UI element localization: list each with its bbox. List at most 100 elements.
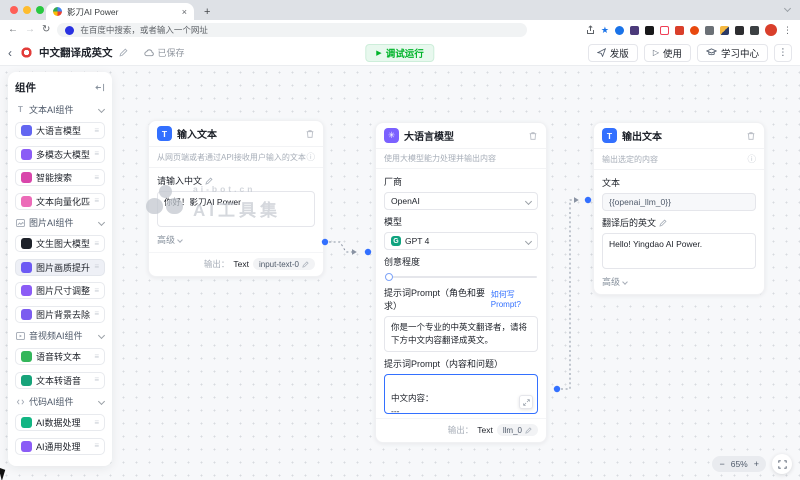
- forward-icon[interactable]: →: [25, 25, 35, 35]
- fullscreen-button[interactable]: [772, 454, 792, 474]
- advanced-toggle[interactable]: 高级: [157, 233, 315, 246]
- section-code-ai[interactable]: 代码AI组件: [16, 395, 106, 408]
- drag-handle-icon[interactable]: ≡: [94, 197, 99, 205]
- puzzle-extensions-icon[interactable]: [735, 25, 744, 35]
- maximize-window-button[interactable]: [36, 6, 44, 14]
- extension-icon[interactable]: [660, 25, 669, 35]
- publish-button[interactable]: 发版: [587, 43, 638, 62]
- new-tab-button[interactable]: +: [204, 6, 210, 18]
- reload-icon[interactable]: ↻: [42, 25, 50, 35]
- image-section-icon: [16, 218, 25, 227]
- node-llm[interactable]: ✳ 大语言模型 使用大模型能力处理并输出内容 厂商 OpenAI 模型 G GP…: [375, 122, 547, 443]
- drag-handle-icon[interactable]: ≡: [94, 442, 99, 450]
- sidebar-item-llm[interactable]: 大语言模型 ≡: [15, 122, 105, 139]
- output-variable-pill[interactable]: llm_0: [496, 424, 538, 436]
- extension-icon[interactable]: [690, 25, 699, 35]
- advanced-toggle[interactable]: 高级: [602, 275, 756, 288]
- extension-icon[interactable]: [720, 25, 729, 35]
- output-source-input[interactable]: {{openai_llm_0}}: [602, 193, 756, 211]
- drag-handle-icon[interactable]: ≡: [94, 239, 99, 248]
- edit-variable-icon[interactable]: [302, 260, 309, 268]
- section-text-ai[interactable]: T 文本AI组件: [16, 103, 106, 116]
- info-icon[interactable]: ⓘ: [306, 151, 315, 163]
- bookmark-star-icon[interactable]: ★: [601, 25, 609, 35]
- chevron-down-icon[interactable]: [783, 0, 792, 16]
- window-controls[interactable]: [10, 6, 44, 14]
- drag-handle-icon[interactable]: ≡: [94, 376, 99, 384]
- trash-icon[interactable]: [528, 131, 538, 141]
- browser-menu-icon[interactable]: ⋮: [783, 25, 792, 36]
- edit-field-icon[interactable]: [205, 176, 213, 185]
- sidebar-item-text2speech[interactable]: 文本转语音 ≡: [15, 371, 105, 389]
- section-av-ai[interactable]: 音视频AI组件: [16, 329, 106, 342]
- node-output-text[interactable]: T 输出文本 输出选定的内容 ⓘ 文本 {{openai_llm_0}} 翻译后…: [593, 122, 765, 295]
- back-icon[interactable]: ←: [8, 25, 18, 35]
- browser-tab[interactable]: 影刀AI Power ×: [46, 3, 194, 20]
- drag-handle-icon[interactable]: ≡: [94, 352, 99, 361]
- text-section-icon: T: [18, 105, 23, 114]
- drag-handle-icon[interactable]: ≡: [94, 150, 99, 158]
- extension-icon[interactable]: [645, 25, 654, 35]
- sidebar-item-image-upscale[interactable]: 图片画质提升 ≡: [15, 258, 105, 276]
- extension-icon[interactable]: [630, 25, 639, 35]
- sidebar-item-ai-general[interactable]: AI通用处理 ≡: [15, 437, 105, 455]
- section-image-ai[interactable]: 图片AI组件: [16, 216, 106, 229]
- use-button[interactable]: ▷ 使用: [643, 43, 691, 62]
- drag-handle-icon[interactable]: ≡: [94, 173, 99, 182]
- edit-field-icon[interactable]: [659, 218, 667, 227]
- edit-variable-icon[interactable]: [525, 426, 532, 434]
- profile-avatar[interactable]: [765, 24, 777, 36]
- more-actions-button[interactable]: ⋮: [774, 43, 792, 62]
- expand-textarea-button[interactable]: [519, 395, 533, 409]
- url-input[interactable]: 在百度中搜索，或者输入一个网址: [57, 23, 528, 37]
- extension-icon[interactable]: [675, 25, 684, 35]
- prompt-content-textarea[interactable]: 中文内容： --- {{input_text_0}}: [384, 374, 538, 414]
- back-button[interactable]: ‹: [8, 46, 12, 60]
- sidebar-item-bg-remove[interactable]: 图片背景去除 ≡: [15, 305, 105, 323]
- close-tab-icon[interactable]: ×: [182, 7, 187, 17]
- slider-thumb[interactable]: [385, 273, 393, 281]
- output-variable-pill[interactable]: input-text-0: [252, 258, 315, 270]
- close-window-button[interactable]: [10, 6, 18, 14]
- extension-icon[interactable]: [615, 25, 624, 35]
- prompt-help-link[interactable]: 如何写Prompt?: [491, 289, 538, 309]
- send-icon: [596, 48, 606, 57]
- sidebar-item-ai-data[interactable]: AI数据处理 ≡: [15, 414, 105, 431]
- browser-tab-bar: 影刀AI Power × +: [0, 0, 800, 20]
- expand-icon: [522, 398, 530, 406]
- sidebar-item-multimodal[interactable]: 多模态大模型 ≡: [15, 145, 105, 163]
- sidebar-item-vector-match[interactable]: 文本向量化匹配 ≡: [15, 192, 105, 210]
- learn-center-button[interactable]: 学习中心: [696, 43, 768, 62]
- drag-handle-icon[interactable]: ≡: [94, 126, 99, 135]
- trash-icon[interactable]: [305, 129, 315, 139]
- prompt-role-textarea[interactable]: 你是一个专业的中英文翻译者，请将下方中文内容翻译成英文。: [384, 316, 538, 352]
- sidebar-item-text2image[interactable]: 文生图大模型 ≡: [15, 235, 105, 252]
- extension-icon[interactable]: [705, 25, 714, 35]
- drag-handle-icon[interactable]: ≡: [94, 263, 99, 271]
- creativity-slider[interactable]: [385, 273, 537, 281]
- collapse-panel-icon[interactable]: [95, 83, 105, 92]
- trash-icon[interactable]: [746, 131, 756, 141]
- info-icon[interactable]: ⓘ: [747, 153, 756, 165]
- sidebar-item-smart-search[interactable]: 智能搜索 ≡: [15, 169, 105, 186]
- node-input-text[interactable]: T 输入文本 从网页端或者通过API接收用户输入的文本 ⓘ 请输入中文 你好！影…: [148, 120, 324, 277]
- sidebar-item-speech2text[interactable]: 语音转文本 ≡: [15, 348, 105, 365]
- zoom-in-button[interactable]: +: [754, 459, 759, 469]
- debug-run-button[interactable]: ▶ 调试运行: [365, 44, 435, 62]
- zoom-out-button[interactable]: −: [719, 459, 724, 469]
- drag-handle-icon[interactable]: ≡: [94, 286, 99, 295]
- share-icon[interactable]: [586, 25, 595, 35]
- model-select[interactable]: G GPT 4: [384, 232, 538, 250]
- zoom-level: 65%: [730, 459, 748, 469]
- sidebar-item-image-resize[interactable]: 图片尺寸调整 ≡: [15, 282, 105, 299]
- workflow-canvas[interactable]: 组件 T 文本AI组件 大语言模型 ≡ 多模态大模型 ≡ 智能搜索 ≡ 文本向量…: [0, 66, 800, 480]
- edit-title-icon[interactable]: [118, 48, 128, 57]
- drag-handle-icon[interactable]: ≡: [94, 418, 99, 427]
- vendor-select[interactable]: OpenAI: [384, 192, 538, 210]
- browser-window-icon[interactable]: [750, 25, 759, 35]
- translated-output-textarea[interactable]: Hello! Yingdao AI Power.: [602, 233, 756, 269]
- minimize-window-button[interactable]: [23, 6, 31, 14]
- search-engine-icon: [65, 25, 75, 35]
- drag-handle-icon[interactable]: ≡: [94, 310, 99, 318]
- chinese-input-textarea[interactable]: 你好！影刀AI Power: [157, 191, 315, 227]
